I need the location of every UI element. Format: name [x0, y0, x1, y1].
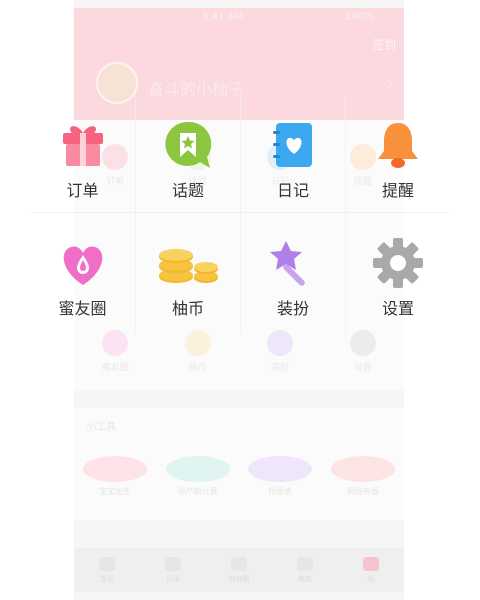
tab-shop[interactable]: 电商 — [285, 556, 325, 584]
background-card-label: 设置 — [353, 363, 372, 373]
menu-label-reminder: 提醒 — [381, 181, 414, 200]
heart-drop-icon — [57, 237, 109, 289]
chevron-right-icon[interactable]: › — [387, 74, 394, 95]
menu-label-dress-up: 装扮 — [276, 299, 309, 318]
tab-me[interactable]: 我 — [351, 556, 391, 584]
menu-row-1: 订单 话题 日记 提醒 — [30, 93, 450, 213]
tab-record[interactable]: 记录 — [153, 556, 193, 584]
tools-row: 宝宝出生 孕产期计算 排便表 调经神器 — [74, 456, 404, 497]
gear-icon — [372, 237, 424, 289]
menu-item-reminder[interactable]: 提醒 — [345, 93, 450, 213]
tool-label: 调经神器 — [346, 487, 379, 496]
menu-item-diary[interactable]: 日记 — [240, 93, 345, 213]
menu-label-settings: 设置 — [381, 299, 414, 318]
menu-row-2: 蜜友圈 柚币 装扮 设置 — [30, 213, 450, 333]
status-bar: 9:41 AM 100% — [74, 8, 404, 28]
quick-menu: 订单 话题 日记 提醒 蜜友圈 柚币 装扮 设置 — [30, 93, 450, 333]
background-card-label: 柚币 — [188, 363, 207, 373]
coins-icon — [156, 237, 220, 289]
menu-item-topic[interactable]: 话题 — [135, 93, 240, 213]
menu-item-friends-circle[interactable]: 蜜友圈 — [30, 213, 135, 333]
diary-heart-icon — [267, 119, 319, 171]
tab-bar: 首页 记录 柚柚圈 电商 我 — [74, 548, 404, 592]
background-card-label: 装扮 — [271, 363, 290, 373]
chat-bookmark-icon — [162, 119, 214, 171]
menu-label-order: 订单 — [66, 181, 99, 200]
tool-label: 宝宝出生 — [99, 487, 132, 496]
menu-item-settings[interactable]: 设置 — [345, 213, 450, 333]
background-card-label: 蜜友圈 — [101, 363, 129, 373]
sign-in-button[interactable]: 签到 — [372, 36, 396, 53]
menu-label-topic: 话题 — [171, 181, 204, 200]
tools-title: 小工具 — [86, 422, 116, 433]
tab-home[interactable]: 首页 — [87, 556, 127, 584]
background-card-row-2: 蜜友圈 柚币 装扮 设置 — [74, 330, 404, 373]
status-battery: 100% — [345, 11, 374, 22]
status-time: 9:41 AM — [202, 11, 244, 22]
gift-icon — [57, 119, 109, 171]
menu-label-coins: 柚币 — [171, 299, 204, 318]
tool-label: 排便表 — [268, 487, 293, 496]
menu-item-order[interactable]: 订单 — [30, 93, 135, 213]
menu-label-diary: 日记 — [276, 181, 309, 200]
tools-section: 小工具 宝宝出生 孕产期计算 排便表 调经神器 — [74, 408, 404, 520]
magic-wand-icon — [267, 237, 319, 289]
menu-item-coins[interactable]: 柚币 — [135, 213, 240, 333]
menu-label-friends-circle: 蜜友圈 — [58, 299, 107, 318]
menu-item-dress-up[interactable]: 装扮 — [240, 213, 345, 333]
tab-community[interactable]: 柚柚圈 — [219, 556, 259, 584]
tool-label: 孕产期计算 — [177, 487, 218, 496]
bell-icon — [372, 119, 424, 171]
